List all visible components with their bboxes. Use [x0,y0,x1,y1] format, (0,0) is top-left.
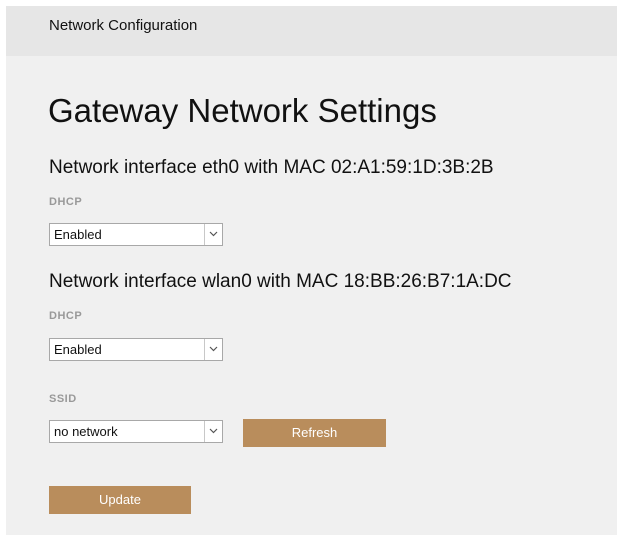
wlan0-dhcp-select[interactable]: Enabled [49,338,223,361]
wlan0-heading: Network interface wlan0 with MAC 18:BB:2… [49,271,512,292]
eth0-dhcp-value: Enabled [54,227,102,242]
settings-panel: Network Configuration Gateway Network Se… [6,6,617,535]
refresh-button[interactable]: Refresh [243,419,386,447]
eth0-heading: Network interface eth0 with MAC 02:A1:59… [49,157,494,178]
chevron-down-icon[interactable] [204,421,222,442]
eth0-dhcp-select[interactable]: Enabled [49,223,223,246]
eth0-dhcp-label: DHCP [49,196,83,208]
update-button[interactable]: Update [49,486,191,514]
chevron-down-icon[interactable] [204,339,222,360]
ssid-value: no network [54,424,118,439]
wlan0-dhcp-value: Enabled [54,342,102,357]
wlan0-dhcp-label: DHCP [49,310,83,322]
chevron-down-icon[interactable] [204,224,222,245]
ssid-label: SSID [49,393,77,405]
ssid-select[interactable]: no network [49,420,223,443]
header-bar: Network Configuration [6,6,617,56]
page-title: Gateway Network Settings [48,92,437,129]
header-title: Network Configuration [49,17,198,34]
